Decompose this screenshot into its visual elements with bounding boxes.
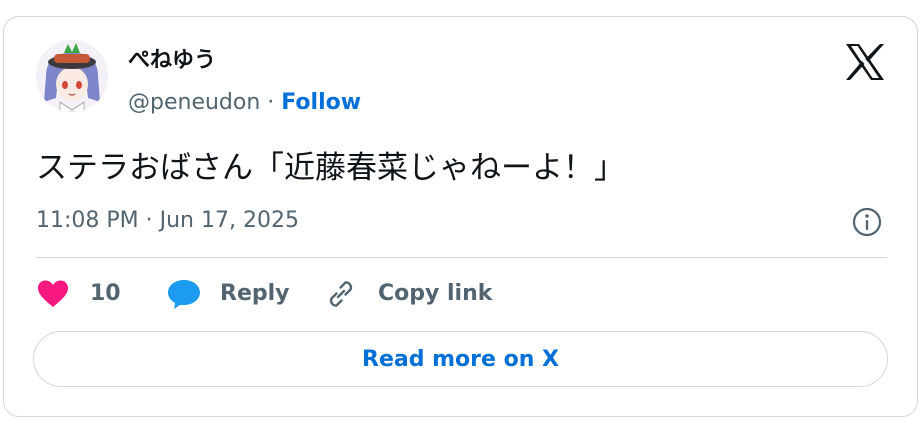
author-handle-row: @peneudon · Follow: [128, 88, 361, 118]
divider: [36, 257, 887, 258]
tweet-text: ステラおばさん「近藤春菜じゃねーよ！」: [36, 150, 625, 186]
tweet-timestamp[interactable]: 11:08 PM · Jun 17, 2025: [36, 206, 299, 236]
read-more-label: Read more on X: [362, 346, 559, 372]
link-icon: [324, 277, 358, 311]
author-display-name[interactable]: ぺねゆう: [128, 46, 216, 76]
author-handle[interactable]: @peneudon: [128, 90, 260, 115]
heart-icon: [36, 279, 70, 309]
reply-label: Reply: [220, 281, 290, 306]
read-more-button[interactable]: Read more on X: [33, 331, 888, 387]
copy-link-button[interactable]: Copy link: [324, 276, 492, 312]
speech-bubble-icon: [166, 278, 202, 310]
reply-button[interactable]: Reply: [166, 276, 290, 312]
avatar[interactable]: [36, 40, 108, 112]
like-count: 10: [90, 281, 121, 306]
handle-separator: ·: [267, 90, 275, 115]
like-button[interactable]: 10: [36, 276, 121, 312]
avatar-illustration: [36, 40, 108, 112]
info-icon[interactable]: [851, 206, 883, 238]
copy-link-label: Copy link: [378, 281, 493, 306]
x-logo-icon[interactable]: [844, 42, 886, 82]
follow-button[interactable]: Follow: [281, 90, 361, 115]
